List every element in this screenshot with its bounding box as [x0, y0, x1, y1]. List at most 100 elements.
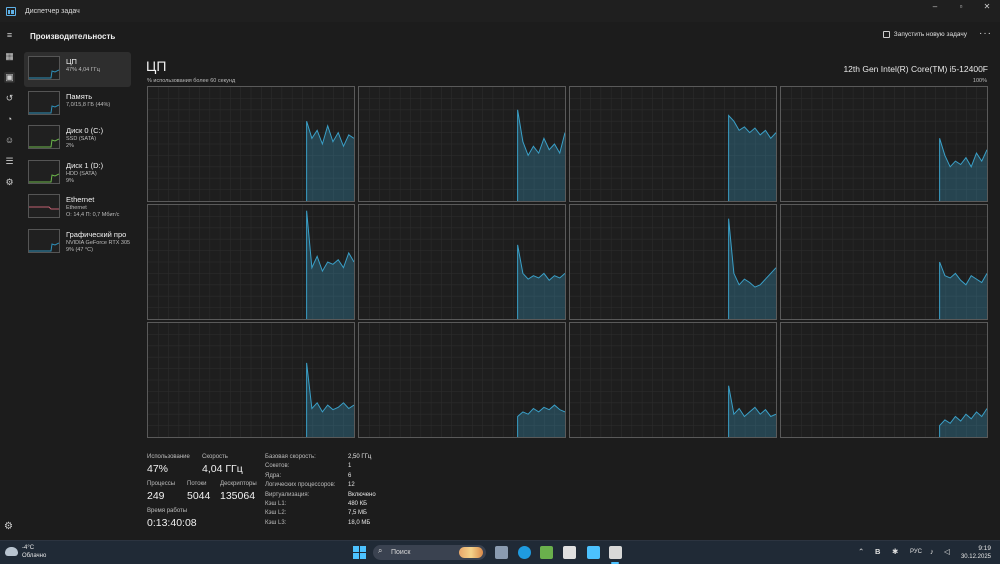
threads-label: Потоки	[187, 481, 207, 487]
bluetooth-tray-icon[interactable]: ✱	[892, 547, 898, 556]
sidebar-item[interactable]: ЦП 47% 4,04 ГГц	[24, 52, 131, 87]
core-usage-area	[306, 362, 354, 437]
spec-label: Базовая скорость:	[265, 454, 316, 460]
hamburger-menu-icon[interactable]: ≡	[4, 30, 15, 41]
sidebar-item[interactable]: Диск 1 (D:) HDD (SATA) 9%	[24, 156, 131, 191]
cpu-core-graph	[358, 204, 566, 320]
spec-label: Ядра:	[265, 472, 282, 479]
sidebar-item-name: Ethernet	[66, 195, 95, 204]
spec-label: Кэш L2:	[265, 510, 287, 517]
app-history-icon[interactable]: ↺	[4, 93, 15, 104]
sidebar-item-name: Графический про	[66, 229, 127, 239]
graph-axis-label: % использования более 60 секунд	[147, 78, 236, 84]
cpu-core-graph	[358, 322, 566, 438]
sidebar-thumbnail-graph	[28, 90, 60, 115]
minimize-button[interactable]: –	[922, 0, 948, 14]
spec-value: 1	[348, 463, 352, 470]
sidebar-thumbnail-graph	[28, 228, 60, 253]
sidebar-item-name: ЦП	[66, 57, 77, 66]
run-task-label: Запустить новую задачу	[893, 31, 967, 38]
processes-icon[interactable]: ▦	[4, 51, 15, 62]
spec-label: Кэш L1:	[265, 501, 287, 507]
weather-desc[interactable]: Облачно	[22, 553, 46, 559]
cpu-model: 12th Gen Intel(R) Core(TM) i5-12400F	[843, 64, 988, 74]
run-new-task-button[interactable]: Запустить новую задачу	[882, 31, 967, 38]
cpu-core-graph	[569, 86, 777, 202]
cpu-core-graph	[780, 86, 988, 202]
page-title: Производительность	[30, 32, 116, 41]
vpn-tray-icon[interactable]: B	[875, 547, 880, 556]
nav-rail: ≡ ▦ ▣ ↺ ◔ ☺ ☰ ⚙	[0, 22, 20, 540]
usage-value: 47%	[147, 463, 169, 475]
network-tool-taskbar-icon[interactable]	[609, 546, 622, 559]
cpu-title: ЦП	[146, 58, 167, 74]
processes-value: 249	[147, 490, 165, 502]
sidebar-item[interactable]: Диск 0 (C:) SSD (SATA) 2%	[24, 121, 131, 156]
run-task-icon	[882, 31, 890, 38]
core-usage-area	[728, 115, 776, 201]
task-manager-app-icon	[6, 6, 16, 16]
input-language[interactable]: РУС	[910, 549, 922, 555]
spec-value: 7,5 МБ	[348, 510, 367, 517]
weather-temp[interactable]: -4°C	[22, 545, 34, 551]
close-button[interactable]: ✕	[974, 0, 1000, 14]
services-icon[interactable]: ⚙	[4, 177, 15, 188]
start-button[interactable]	[353, 546, 366, 559]
cpu-core-graph	[147, 322, 355, 438]
cloud-icon[interactable]	[5, 547, 18, 556]
search-icon: ⌕	[378, 546, 383, 555]
sidebar-item-sub: 9%	[66, 177, 74, 184]
sidebar-trace	[29, 138, 59, 148]
speed-value: 4,04 ГГц	[202, 463, 243, 475]
sidebar-item[interactable]: Ethernet Ethernet О: 14,4 П: 0,7 Мбит/с	[24, 190, 131, 225]
clock-time[interactable]: 9:19	[978, 545, 991, 552]
tray-overflow-icon[interactable]: ⌃	[858, 547, 864, 556]
details-icon[interactable]: ☰	[4, 156, 15, 167]
spec-value: 18,0 МБ	[348, 519, 371, 526]
taskbar: -4°C Облачно ⌕ Поиск ⌃ B ✱ РУС ♪ ◁ 9:19 …	[0, 540, 1000, 564]
search-highlight-image	[459, 547, 483, 558]
spec-value: 12	[348, 482, 355, 489]
window-title: Диспетчер задач	[25, 7, 80, 15]
microphone-icon[interactable]: ♪	[930, 547, 934, 556]
more-options-button[interactable]: ···	[979, 28, 992, 39]
performance-icon[interactable]: ▣	[4, 72, 15, 83]
sidebar-item-sub: 9% (47 °C)	[66, 246, 93, 253]
clock-date[interactable]: 30.12.2025	[961, 554, 991, 560]
sidebar-trace	[29, 104, 59, 113]
task-manager-taskbar-icon[interactable]	[587, 546, 600, 559]
store-taskbar-icon[interactable]	[540, 546, 553, 559]
cpu-core-graphs	[147, 86, 988, 441]
spec-value: 480 КБ	[348, 501, 368, 507]
handles-label: Дескрипторы	[220, 481, 257, 487]
sidebar-item[interactable]: Графический про NVIDIA GeForce RTX 305 9% …	[24, 225, 131, 260]
graph-max-label: 100%	[972, 78, 987, 84]
sidebar-item-name: Память	[66, 91, 93, 101]
settings-gear-icon[interactable]: ⚙	[4, 521, 13, 532]
sidebar-item[interactable]: Память 7,0/15,8 ГБ (44%)	[24, 87, 131, 122]
users-icon[interactable]: ☺	[4, 135, 15, 146]
sidebar-trace	[29, 173, 59, 182]
cpu-core-graph	[147, 204, 355, 320]
spec-label: Кэш L3:	[265, 519, 287, 526]
volume-icon[interactable]: ◁	[944, 547, 950, 556]
core-usage-area	[517, 109, 565, 201]
title-bar: Диспетчер задач – ▫ ✕	[0, 0, 1000, 22]
sidebar-thumbnail-graph	[28, 56, 60, 80]
processes-label: Процессы	[147, 481, 176, 487]
sidebar-item-name: Диск 1 (D:)	[66, 160, 104, 170]
edge-taskbar-icon[interactable]	[518, 546, 531, 559]
core-usage-area	[939, 138, 987, 201]
task-view-taskbar-icon[interactable]	[495, 546, 508, 559]
cpu-core-graph	[358, 86, 566, 202]
core-usage-area	[728, 218, 776, 319]
maximize-button[interactable]: ▫	[948, 0, 974, 14]
sidebar-thumbnail-graph	[28, 125, 60, 149]
search-box[interactable]: ⌕ Поиск	[373, 545, 486, 560]
core-usage-area	[728, 385, 776, 437]
startup-apps-icon[interactable]: ◔	[4, 114, 15, 125]
spec-label: Сокетов:	[265, 463, 290, 470]
notepad-taskbar-icon[interactable]	[563, 546, 576, 559]
window-controls: – ▫ ✕	[922, 0, 1000, 14]
sidebar-thumbnail-graph	[28, 159, 60, 184]
